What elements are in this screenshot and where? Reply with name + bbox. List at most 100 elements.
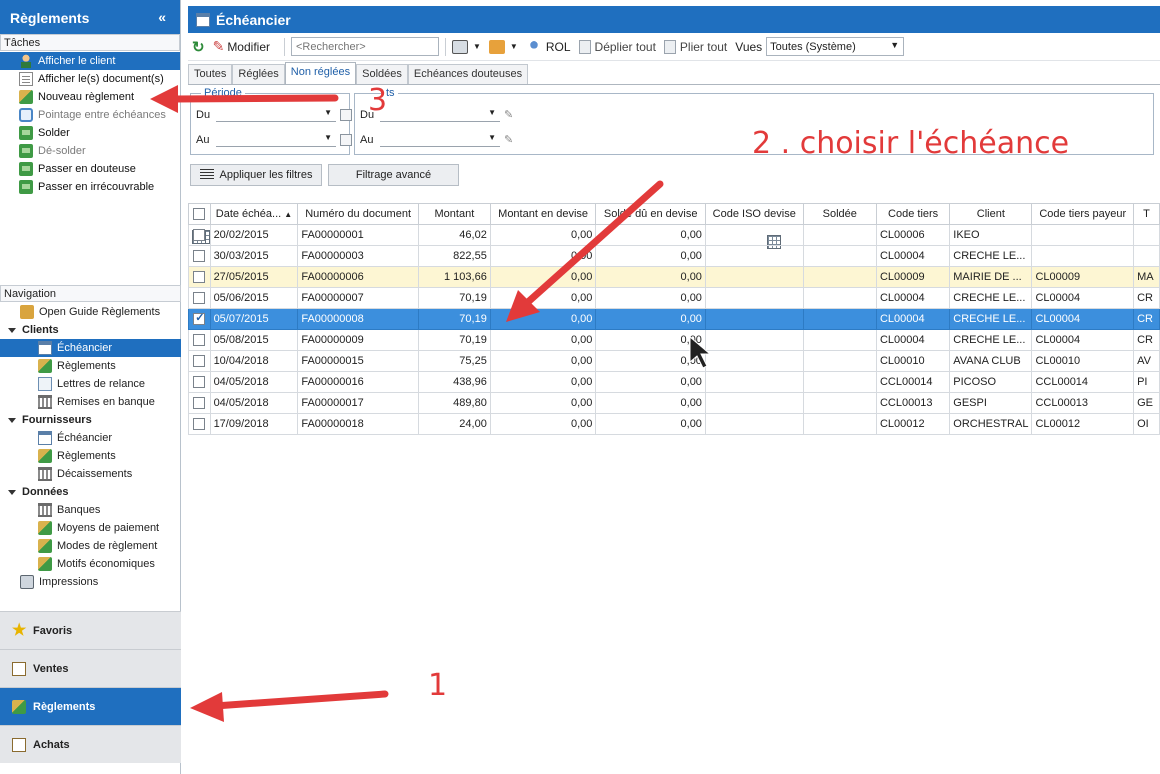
table-row[interactable]: 04/05/2018 FA00000016 438,96 0,00 0,00 CCL000… bbox=[188, 371, 1160, 393]
modify-button[interactable]: ✎ Modifier bbox=[213, 38, 270, 55]
row-checkbox[interactable] bbox=[193, 271, 206, 284]
tab-soldees[interactable]: Soldées bbox=[356, 64, 408, 84]
cell-date: 30/03/2015 bbox=[209, 245, 299, 267]
col-tiers-payeur[interactable]: Code tiers payeur bbox=[1031, 203, 1135, 225]
nav-donnees-banques[interactable]: Banques bbox=[0, 501, 181, 519]
toolbar: ↻ ✎Modifier ▼ ▼ ROL Déplier tout Plier t… bbox=[188, 33, 1160, 249]
nav-donnees-motifs[interactable]: Motifs économiques bbox=[0, 555, 181, 573]
search-input[interactable] bbox=[291, 37, 439, 56]
module-reglements[interactable]: Règlements bbox=[0, 687, 181, 725]
rol-button[interactable]: ROL bbox=[525, 39, 571, 54]
cell-soldee bbox=[802, 350, 877, 372]
nav-clients-reglements[interactable]: Règlements bbox=[0, 357, 181, 375]
nav-fournisseurs-decaissements[interactable]: Décaissements bbox=[0, 465, 181, 483]
row-checkbox[interactable] bbox=[193, 250, 206, 263]
module-achats[interactable]: Achats bbox=[0, 725, 181, 763]
nav-donnees-moyens[interactable]: Moyens de paiement bbox=[0, 519, 181, 537]
task-show-documents[interactable]: Afficher le(s) document(s) bbox=[0, 70, 180, 88]
tab-reglees[interactable]: Réglées bbox=[232, 64, 285, 84]
table-row[interactable]: 10/04/2018 FA00000015 75,25 0,00 0,00 CL00010… bbox=[188, 350, 1160, 372]
cell-tiers: CL00004 bbox=[875, 308, 951, 330]
nav-label: Moyens de paiement bbox=[57, 522, 160, 534]
pen-icon[interactable]: ✎ bbox=[504, 133, 513, 146]
cell-client: CRECHE LE... bbox=[949, 329, 1033, 351]
col-solde-devise[interactable]: Solde dû en devise bbox=[595, 203, 706, 225]
print-button[interactable]: ▼ bbox=[452, 39, 481, 54]
pen-icon[interactable]: ✎ bbox=[504, 108, 513, 121]
period-from-input[interactable]: ▼ bbox=[216, 107, 336, 122]
tab-non-reglees[interactable]: Non réglées bbox=[284, 62, 357, 84]
task-matching[interactable]: Pointage entre échéances bbox=[0, 106, 180, 124]
table-row[interactable]: 05/07/2015FA0000000870,190,000,00CL00004… bbox=[188, 308, 1160, 330]
cell-t: CR bbox=[1133, 287, 1160, 309]
table-row[interactable]: 27/05/2015 FA00000006 1 103,66 0,00 0,00 CL00… bbox=[188, 266, 1160, 288]
nav-clients-remises[interactable]: Remises en banque bbox=[0, 393, 181, 411]
task-show-client[interactable]: Afficher le client bbox=[0, 52, 180, 70]
nav-open-guide[interactable]: Open Guide Règlements bbox=[0, 303, 181, 321]
nav-group-fournisseurs[interactable]: Fournisseurs bbox=[0, 411, 181, 429]
col-t[interactable]: T bbox=[1133, 203, 1160, 225]
task-new-payment[interactable]: Nouveau règlement bbox=[0, 88, 180, 106]
views-select[interactable]: Toutes (Système) ▼ bbox=[766, 37, 905, 249]
nav-fournisseurs-reglements[interactable]: Règlements bbox=[0, 447, 181, 465]
col-code-tiers[interactable]: Code tiers bbox=[875, 203, 951, 225]
period-filter-group: Période Du ▼ Au ▼ bbox=[190, 87, 352, 155]
row-checkbox[interactable] bbox=[193, 334, 206, 347]
table-row[interactable]: 05/08/2015 FA00000009 70,19 0,00 0,00 CL00004… bbox=[188, 329, 1160, 351]
row-checkbox[interactable] bbox=[193, 397, 206, 410]
second-from-input[interactable]: ▼ bbox=[380, 107, 500, 122]
cell-doc: FA00000008 bbox=[297, 308, 419, 330]
cell-montant: 70,19 bbox=[417, 287, 491, 309]
nav-group-donnees[interactable]: Données bbox=[0, 483, 181, 501]
row-checkbox[interactable] bbox=[193, 229, 206, 242]
nav-impressions[interactable]: Impressions bbox=[0, 573, 181, 591]
col-montant[interactable]: Montant bbox=[417, 203, 491, 225]
tab-toutes[interactable]: Toutes bbox=[188, 64, 233, 84]
table-row[interactable]: 20/02/2015 FA00000001 46,02 0,00 0,00 CL00006… bbox=[188, 224, 1160, 246]
row-checkbox[interactable] bbox=[193, 292, 206, 305]
table-row[interactable]: 17/09/2018 FA00000018 24,00 0,00 0,00 CL00012… bbox=[188, 413, 1160, 435]
bank-icon bbox=[38, 467, 52, 481]
task-unsettle[interactable]: Dé-solder bbox=[0, 142, 180, 160]
cell-solde: 0,00 bbox=[595, 371, 706, 393]
table-row[interactable]: 04/05/2018 FA00000017 489,80 0,00 0,00 CCL000… bbox=[188, 392, 1160, 414]
calendar-button[interactable] bbox=[340, 108, 352, 121]
col-iso[interactable]: Code ISO devise bbox=[704, 203, 804, 225]
nav-fournisseurs-echeancier[interactable]: Échéancier bbox=[0, 429, 181, 447]
task-unrecoverable[interactable]: Passer en irrécouvrable bbox=[0, 178, 180, 196]
checkbox[interactable] bbox=[193, 208, 206, 221]
select-all-checkbox[interactable] bbox=[188, 203, 211, 225]
pencil-icon: ✎ bbox=[212, 38, 225, 54]
unfold-all-button[interactable]: Déplier tout bbox=[578, 39, 656, 54]
col-document[interactable]: Numéro du document bbox=[297, 203, 419, 225]
refresh-icon[interactable]: ↻ bbox=[192, 38, 205, 56]
task-settle[interactable]: Solder bbox=[0, 124, 180, 142]
col-client[interactable]: Client bbox=[949, 203, 1033, 225]
second-to-input[interactable]: ▼ bbox=[380, 132, 500, 147]
col-montant-devise[interactable]: Montant en devise bbox=[489, 203, 597, 225]
col-soldee[interactable]: Soldée bbox=[802, 203, 877, 225]
export-button[interactable]: ▼ bbox=[488, 39, 518, 54]
row-checkbox[interactable] bbox=[193, 355, 206, 368]
calendar-button[interactable] bbox=[340, 133, 352, 146]
module-ventes[interactable]: Ventes bbox=[0, 649, 181, 687]
row-checkbox[interactable] bbox=[193, 418, 206, 431]
period-to-input[interactable]: ▼ bbox=[216, 132, 336, 147]
cell-date: 04/05/2018 bbox=[209, 392, 299, 414]
table-row[interactable]: 05/06/2015 FA00000007 70,19 0,00 0,00 CL00004… bbox=[188, 287, 1160, 309]
advanced-filter-button[interactable]: Filtrage avancé bbox=[328, 164, 459, 186]
fold-all-button[interactable]: Plier tout bbox=[663, 39, 727, 54]
nav-donnees-modes[interactable]: Modes de règlement bbox=[0, 537, 181, 555]
row-checkbox[interactable] bbox=[193, 376, 206, 389]
collapse-icon[interactable]: « bbox=[158, 9, 166, 25]
table-row[interactable]: 30/03/2015 FA00000003 822,55 0,00 0,00 CL0000… bbox=[188, 245, 1160, 267]
nav-clients-relance[interactable]: Lettres de relance bbox=[0, 375, 181, 393]
apply-filters-button[interactable]: Appliquer les filtres bbox=[190, 164, 322, 186]
task-doubtful[interactable]: Passer en douteuse bbox=[0, 160, 180, 178]
nav-clients-echeancier[interactable]: Échéancier bbox=[0, 339, 181, 357]
row-checkbox[interactable] bbox=[193, 311, 206, 326]
nav-group-clients[interactable]: Clients bbox=[0, 321, 181, 339]
module-favoris[interactable]: ★ Favoris bbox=[0, 611, 181, 649]
col-date[interactable]: Date échéa... ▲ bbox=[209, 203, 299, 225]
tab-echeances-douteuses[interactable]: Echéances douteuses bbox=[407, 64, 529, 84]
